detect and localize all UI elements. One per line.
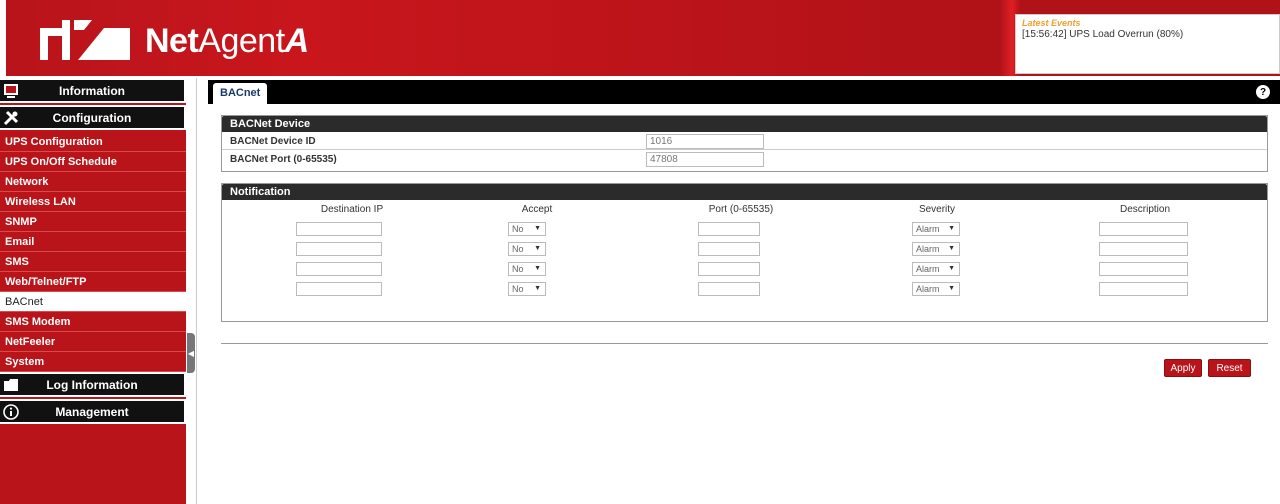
folder-icon [2, 376, 20, 394]
chevron-down-icon: ▼ [948, 265, 955, 272]
sidebar-item-sms-modem[interactable]: SMS Modem [0, 312, 186, 332]
sidebar-item-sms[interactable]: SMS [0, 252, 186, 272]
dest-ip-input[interactable] [296, 242, 382, 256]
panel-title: Notification [222, 184, 1267, 200]
accept-select[interactable]: No ▼ [508, 262, 546, 276]
severity-select[interactable]: Alarm ▼ [912, 282, 960, 296]
form-row: BACNet Device ID [222, 132, 1267, 150]
dest-ip-input[interactable] [296, 222, 382, 236]
col-severity: Severity [918, 204, 956, 215]
description-input[interactable] [1099, 222, 1188, 236]
sidebar-item-network[interactable]: Network [0, 172, 186, 192]
latest-events-panel: Latest Events [15:56:42] UPS Load Overru… [1015, 14, 1280, 74]
severity-select[interactable]: Alarm ▼ [912, 262, 960, 276]
col-accept: Accept [521, 204, 553, 215]
form-row: BACNet Port (0-65535) [222, 150, 1267, 168]
accept-select[interactable]: No ▼ [508, 242, 546, 256]
notification-panel: Notification Destination IP Accept Port … [221, 183, 1268, 322]
apply-button[interactable]: Apply [1164, 359, 1202, 377]
accept-select[interactable]: No ▼ [508, 222, 546, 236]
severity-select[interactable]: Alarm ▼ [912, 242, 960, 256]
col-destination-ip: Destination IP [320, 204, 384, 215]
latest-events-title: Latest Events [1022, 18, 1081, 28]
col-port: Port (0-65535) [708, 204, 774, 215]
sidebar: Information Configuration UPS Configurat… [0, 78, 186, 504]
app-header: NetAgentA Latest Events [15:56:42] UPS L… [0, 0, 1280, 76]
chevron-down-icon: ▼ [534, 245, 541, 252]
dest-ip-input[interactable] [296, 262, 382, 276]
device-port-input[interactable] [646, 152, 764, 167]
chevron-down-icon: ▼ [948, 245, 955, 252]
description-input[interactable] [1099, 282, 1188, 296]
sidebar-item-bacnet[interactable]: BACnet [0, 292, 186, 312]
col-description: Description [1119, 204, 1171, 215]
sidebar-section-label: Information [59, 83, 125, 98]
tools-icon [2, 109, 20, 127]
sidebar-collapse-handle[interactable]: ◀ [187, 333, 195, 373]
chevron-down-icon: ▼ [948, 285, 955, 292]
port-input[interactable] [698, 242, 760, 256]
chevron-down-icon: ▼ [534, 225, 541, 232]
info-panel-icon [2, 82, 20, 100]
panel-title: BACNet Device [222, 116, 1267, 132]
device-id-input[interactable] [646, 134, 764, 149]
chevron-down-icon: ▼ [534, 265, 541, 272]
sidebar-section-management[interactable]: Management [0, 399, 186, 424]
sidebar-section-information[interactable]: Information [0, 78, 186, 103]
sidebar-section-label: Configuration [52, 110, 132, 125]
sidebar-item-ups-configuration[interactable]: UPS Configuration [0, 132, 186, 152]
info-circle-icon [2, 403, 20, 421]
sidebar-section-configuration[interactable]: Configuration [0, 105, 186, 130]
device-port-label: BACNet Port (0-65535) [230, 154, 337, 165]
netagent-logo-icon [40, 20, 130, 60]
port-input[interactable] [698, 282, 760, 296]
dest-ip-input[interactable] [296, 282, 382, 296]
device-id-label: BACNet Device ID [230, 136, 316, 147]
sidebar-item-system[interactable]: System [0, 352, 186, 372]
tab-bacnet[interactable]: BACnet [213, 83, 268, 104]
sidebar-section-label: Management [55, 404, 129, 419]
reset-button[interactable]: Reset [1208, 359, 1251, 377]
tab-bar: BACnet ? [208, 80, 1280, 104]
chevron-down-icon: ▼ [948, 225, 955, 232]
sidebar-item-netfeeler[interactable]: NetFeeler [0, 332, 186, 352]
main-content: BACnet ? BACNet Device BACNet Device ID … [208, 80, 1280, 504]
sidebar-item-email[interactable]: Email [0, 232, 186, 252]
port-input[interactable] [698, 222, 760, 236]
brand-name: NetAgentA [145, 22, 309, 60]
severity-select[interactable]: Alarm ▼ [912, 222, 960, 236]
sidebar-item-snmp[interactable]: SNMP [0, 212, 186, 232]
port-input[interactable] [698, 262, 760, 276]
description-input[interactable] [1099, 262, 1188, 276]
bacnet-device-panel: BACNet Device BACNet Device ID BACNet Po… [221, 115, 1268, 172]
chevron-down-icon: ▼ [534, 285, 541, 292]
sidebar-item-ups-onoff-schedule[interactable]: UPS On/Off Schedule [0, 152, 186, 172]
section-divider [221, 343, 1268, 344]
help-icon[interactable]: ? [1256, 85, 1270, 99]
sidebar-section-log-information[interactable]: Log Information [0, 372, 186, 397]
accept-select[interactable]: No ▼ [508, 282, 546, 296]
description-input[interactable] [1099, 242, 1188, 256]
sidebar-section-label: Log Information [46, 377, 138, 392]
sidebar-item-web-telnet-ftp[interactable]: Web/Telnet/FTP [0, 272, 186, 292]
latest-event-entry[interactable]: [15:56:42] UPS Load Overrun (80%) [1022, 29, 1273, 40]
sidebar-divider [196, 78, 197, 504]
sidebar-item-wireless-lan[interactable]: Wireless LAN [0, 192, 186, 212]
